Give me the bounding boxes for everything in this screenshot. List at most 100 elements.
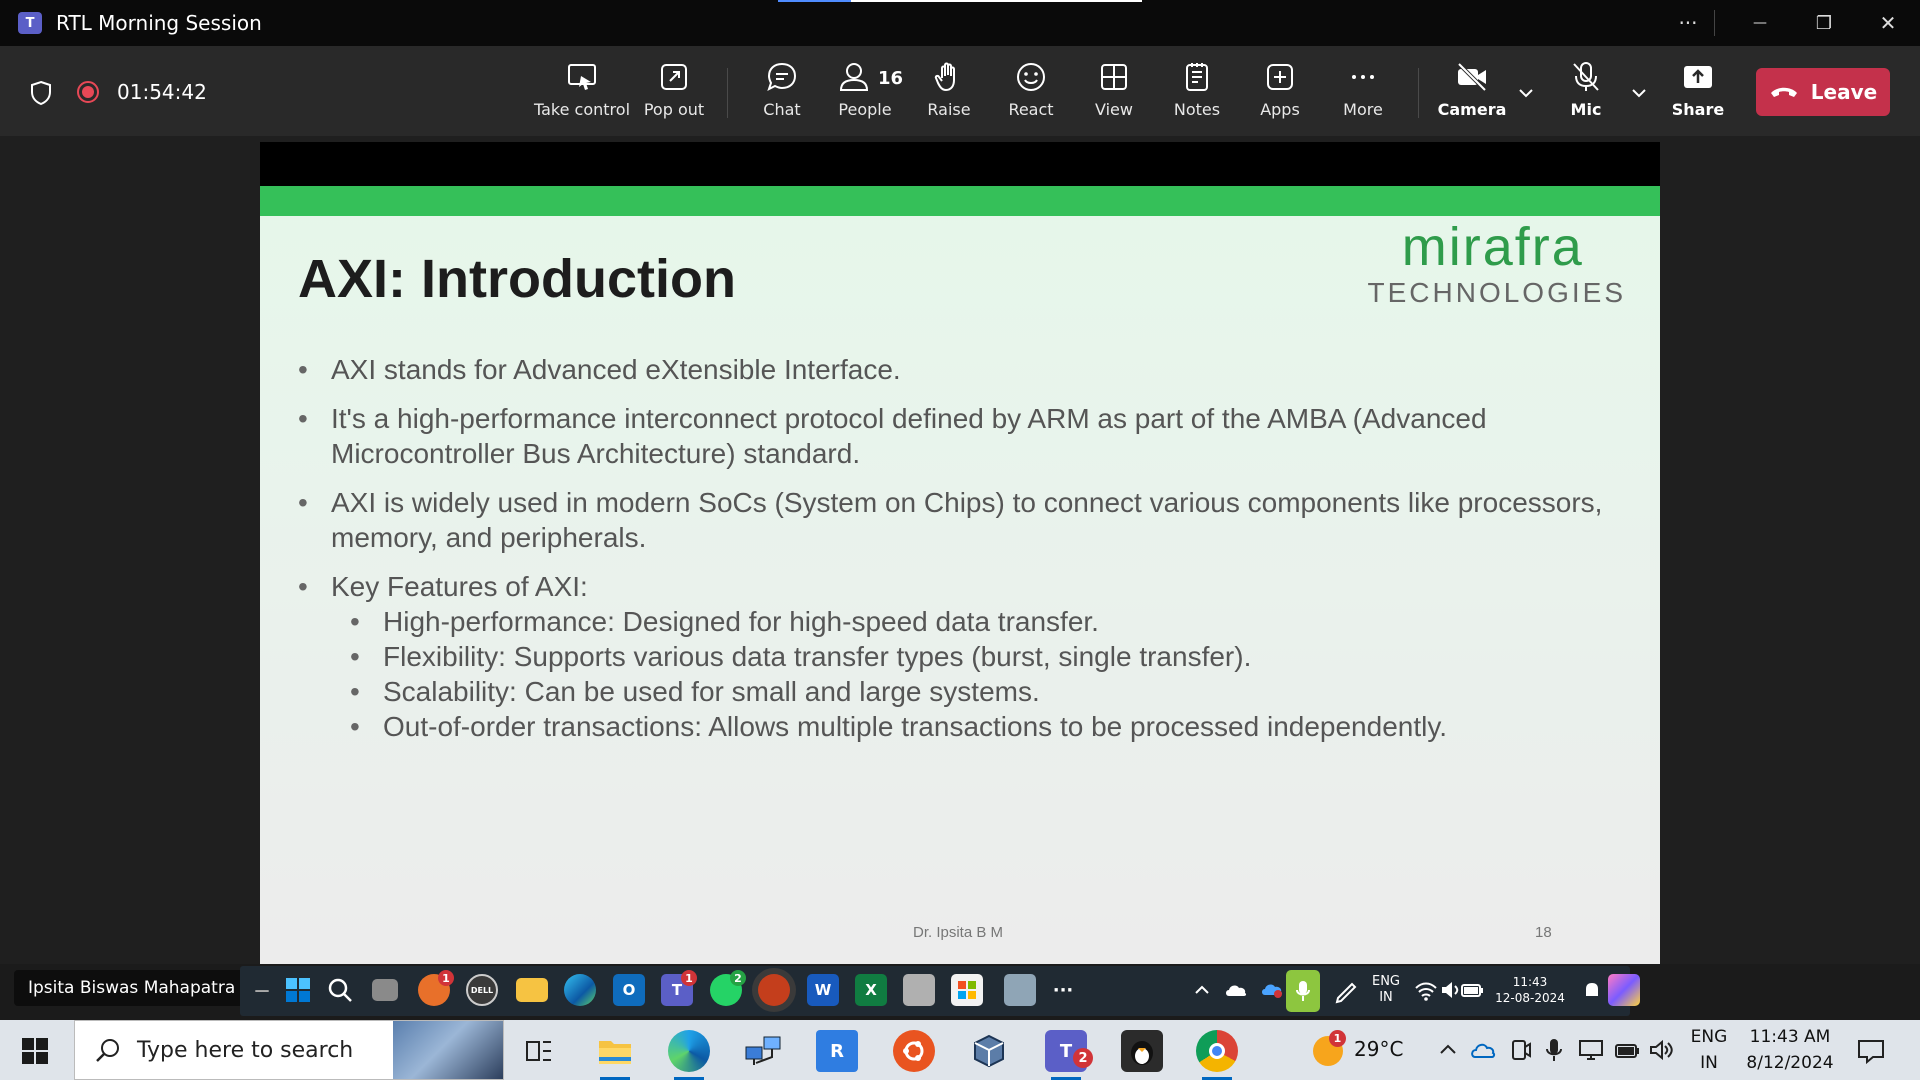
bullet-item: AXI is widely used in modern SoCs (Syste… [298, 485, 1618, 555]
smiley-icon [1017, 63, 1045, 91]
chrome-taskbar-button[interactable] [1196, 1030, 1238, 1080]
remote-screen-strip: Ipsita Biswas Mahapatra — 1 DELL O T1 2 … [0, 964, 1920, 1020]
virtualbox-taskbar-button[interactable] [968, 1030, 1010, 1072]
remote-edge-icon [564, 974, 596, 1006]
share-button[interactable]: Share [1653, 60, 1743, 130]
more-actions-button[interactable]: More [1318, 60, 1408, 130]
search-icon [96, 1039, 119, 1062]
remote-clock: 11:43 12-08-2024 [1495, 975, 1565, 1005]
camera-label: Camera [1437, 100, 1507, 119]
mic-button[interactable]: Mic [1541, 60, 1631, 130]
chat-button[interactable]: Chat [737, 60, 827, 130]
notes-icon [1186, 63, 1208, 91]
remote-more-apps-icon: ··· [1052, 979, 1074, 1001]
language-indicator[interactable]: ENG IN [1684, 1024, 1734, 1076]
restore-button[interactable]: ❐ [1804, 8, 1844, 38]
mic-label: Mic [1570, 100, 1602, 119]
bullet-item: AXI stands for Advanced eXtensible Inter… [298, 352, 1618, 387]
pop-out-label: Pop out [643, 100, 705, 119]
taskbar-clock[interactable]: 11:43 AM 8/12/2024 [1740, 1024, 1840, 1076]
remote-excel-icon: X [855, 974, 887, 1006]
take-control-label: Take control [534, 100, 631, 119]
mic-options-chevron-icon[interactable] [1628, 82, 1650, 104]
toolbar-divider [727, 68, 728, 118]
slide-bullet-list: AXI stands for Advanced eXtensible Inter… [298, 352, 1618, 744]
slide-page-number: 18 [1535, 924, 1552, 941]
notes-label: Notes [1173, 100, 1221, 119]
remote-word-icon: W [807, 974, 839, 1006]
remote-tray-chevron-icon [1195, 985, 1209, 994]
remote-start-icon [282, 974, 314, 1006]
onedrive-icon[interactable] [1470, 1040, 1496, 1060]
teams-logo-icon: T [18, 12, 42, 34]
ubuntu-icon [903, 1041, 924, 1061]
bullet-item: Key Features of AXI: [298, 569, 1618, 604]
minimize-button[interactable]: — [1740, 8, 1780, 38]
rx-app-icon: R [830, 1040, 844, 1062]
teams-taskbar-button[interactable]: T 2 [1045, 1030, 1093, 1080]
people-button[interactable]: 16 People [820, 60, 910, 130]
meeting-timer: 01:54:42 [117, 80, 207, 104]
view-label: View [1095, 100, 1133, 119]
windows-start-icon[interactable] [22, 1038, 48, 1064]
remote-store-icon [951, 974, 983, 1006]
network-icon[interactable] [1578, 1038, 1604, 1062]
ubuntu-taskbar-button[interactable] [893, 1030, 935, 1072]
camera-button[interactable]: Camera [1427, 60, 1517, 130]
remote-copilot-tray-icon [1608, 974, 1640, 1006]
react-button[interactable]: React [986, 60, 1076, 130]
more-label: More [1343, 100, 1383, 119]
remote-mic-active-icon [1286, 970, 1320, 1012]
slide-footer-author: Dr. Ipsita B M [913, 924, 1004, 941]
notification-center-icon[interactable] [1856, 1038, 1886, 1064]
remote-dell-icon: DELL [466, 974, 498, 1006]
edge-taskbar-button[interactable] [668, 1030, 710, 1080]
toolbar-divider [1418, 68, 1419, 118]
chat-icon [767, 62, 797, 91]
title-bar-divider [1714, 10, 1715, 36]
remote-teams-icon: T1 [661, 970, 697, 1006]
raise-hand-button[interactable]: Raise [904, 60, 994, 130]
close-window-button[interactable]: ✕ [1868, 8, 1908, 38]
remote-calculator-icon [1004, 974, 1036, 1006]
weather-widget[interactable]: 1 [1308, 1030, 1348, 1072]
microphone-icon[interactable] [1544, 1037, 1564, 1063]
take-control-button[interactable]: Take control [534, 60, 631, 130]
task-view-button[interactable] [518, 1030, 560, 1072]
weather-badge: 1 [1329, 1030, 1346, 1047]
sub-bullet-item: Scalability: Can be used for small and l… [350, 674, 1618, 709]
volume-icon[interactable] [1648, 1038, 1674, 1062]
network-app-taskbar-button[interactable] [742, 1030, 784, 1072]
pop-out-button[interactable]: Pop out [629, 60, 719, 130]
share-label: Share [1671, 100, 1725, 119]
raise-label: Raise [927, 100, 971, 119]
slide-header-band [260, 186, 1660, 216]
apps-label: Apps [1260, 100, 1300, 119]
raise-hand-icon [934, 62, 955, 92]
remote-task-view-icon [372, 979, 398, 1001]
shield-icon[interactable] [30, 80, 52, 106]
remote-onedrive-icon [1220, 974, 1252, 1006]
remote-outlook-icon: O [613, 974, 645, 1006]
battery-icon[interactable] [1614, 1038, 1640, 1062]
remote-notification-bell-icon [1584, 983, 1600, 996]
camera-options-chevron-icon[interactable] [1515, 82, 1537, 104]
apps-button[interactable]: Apps [1235, 60, 1325, 130]
ellipsis-icon [1352, 75, 1374, 79]
file-explorer-taskbar-button[interactable] [594, 1030, 636, 1080]
windows-taskbar: Type here to search R T 2 1 29°C ENG IN … [0, 1020, 1920, 1080]
remote-battery-icon [1461, 984, 1483, 997]
tray-overflow-chevron-icon[interactable] [1436, 1038, 1460, 1062]
notes-button[interactable]: Notes [1152, 60, 1242, 130]
shared-slide: AXI: Introduction mirafra TECHNOLOGIES A… [260, 186, 1660, 964]
title-bar: T RTL Morning Session ··· — ❐ ✕ [0, 0, 1920, 46]
leave-button[interactable]: Leave [1756, 68, 1890, 116]
rx-app-taskbar-button[interactable]: R [816, 1030, 858, 1072]
more-options-button[interactable]: ··· [1668, 8, 1708, 38]
meet-now-icon[interactable] [1510, 1038, 1532, 1062]
view-button[interactable]: View [1069, 60, 1159, 130]
weather-temperature: 29°C [1354, 1037, 1404, 1061]
snipping-app-taskbar-button[interactable] [1121, 1030, 1163, 1072]
taskbar-search-box[interactable]: Type here to search [74, 1020, 504, 1080]
people-label: People [838, 100, 892, 119]
